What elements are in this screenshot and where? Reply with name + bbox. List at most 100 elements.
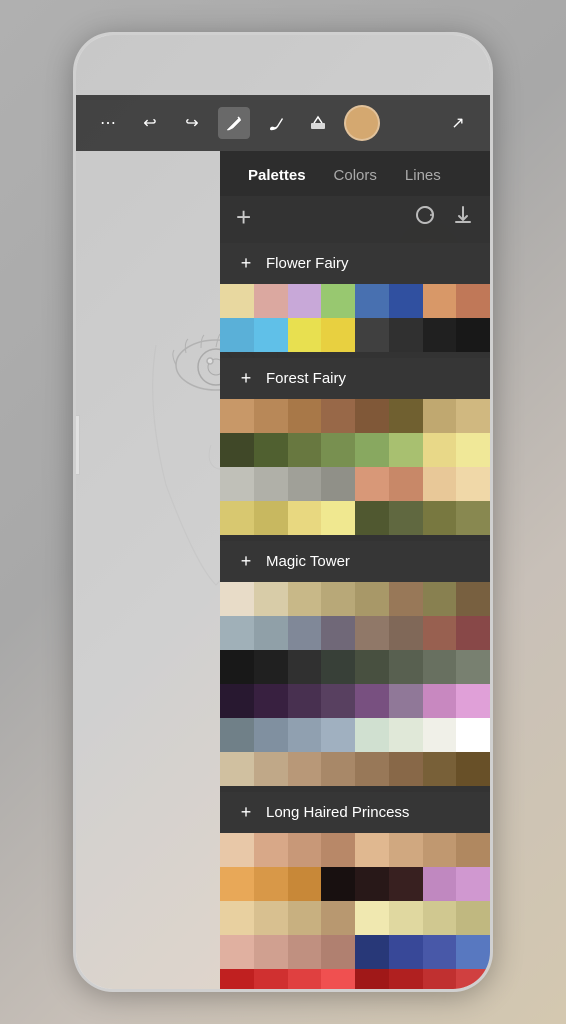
color-cell-0-15[interactable]	[456, 318, 490, 352]
color-cell-3-17[interactable]	[254, 901, 288, 935]
color-cell-1-31[interactable]	[456, 501, 490, 535]
color-cell-3-28[interactable]	[355, 935, 389, 969]
color-cell-3-24[interactable]	[220, 935, 254, 969]
color-cell-2-33[interactable]	[254, 718, 288, 752]
color-cell-0-7[interactable]	[456, 284, 490, 318]
color-cell-1-16[interactable]	[220, 467, 254, 501]
color-cell-3-2[interactable]	[288, 833, 322, 867]
color-cell-0-0[interactable]	[220, 284, 254, 318]
color-cell-2-16[interactable]	[220, 650, 254, 684]
color-cell-3-16[interactable]	[220, 901, 254, 935]
palette-add-2[interactable]: +	[236, 551, 256, 572]
color-cell-1-7[interactable]	[456, 399, 490, 433]
color-cell-1-24[interactable]	[220, 501, 254, 535]
color-cell-2-10[interactable]	[288, 616, 322, 650]
color-cell-2-6[interactable]	[423, 582, 457, 616]
color-cell-1-28[interactable]	[355, 501, 389, 535]
color-cell-3-15[interactable]	[456, 867, 490, 901]
color-cell-3-21[interactable]	[389, 901, 423, 935]
color-cell-0-5[interactable]	[389, 284, 423, 318]
color-cell-2-1[interactable]	[254, 582, 288, 616]
color-cell-2-3[interactable]	[321, 582, 355, 616]
color-cell-1-0[interactable]	[220, 399, 254, 433]
color-cell-2-27[interactable]	[321, 684, 355, 718]
color-cell-3-29[interactable]	[389, 935, 423, 969]
color-cell-1-1[interactable]	[254, 399, 288, 433]
palette-add-0[interactable]: +	[236, 253, 256, 274]
color-cell-2-7[interactable]	[456, 582, 490, 616]
color-cell-0-4[interactable]	[355, 284, 389, 318]
color-cell-1-14[interactable]	[423, 433, 457, 467]
color-cell-3-38[interactable]	[423, 969, 457, 989]
color-swatch[interactable]	[344, 105, 380, 141]
palette-header-0[interactable]: +Flower Fairy	[220, 243, 490, 284]
color-cell-3-34[interactable]	[288, 969, 322, 989]
color-cell-1-12[interactable]	[355, 433, 389, 467]
expand-icon[interactable]: ↗	[442, 107, 474, 139]
color-cell-0-11[interactable]	[321, 318, 355, 352]
color-cell-1-11[interactable]	[321, 433, 355, 467]
color-cell-2-15[interactable]	[456, 616, 490, 650]
color-cell-3-13[interactable]	[389, 867, 423, 901]
color-cell-2-46[interactable]	[423, 752, 457, 786]
color-cell-3-4[interactable]	[355, 833, 389, 867]
color-cell-3-8[interactable]	[220, 867, 254, 901]
brush-icon[interactable]	[260, 107, 292, 139]
color-cell-2-8[interactable]	[220, 616, 254, 650]
palette-add-1[interactable]: +	[236, 368, 256, 389]
color-cell-2-21[interactable]	[389, 650, 423, 684]
color-cell-3-32[interactable]	[220, 969, 254, 989]
color-cell-1-15[interactable]	[456, 433, 490, 467]
color-cell-3-27[interactable]	[321, 935, 355, 969]
color-cell-2-30[interactable]	[423, 684, 457, 718]
color-cell-2-40[interactable]	[220, 752, 254, 786]
color-cell-1-4[interactable]	[355, 399, 389, 433]
color-cell-3-9[interactable]	[254, 867, 288, 901]
pen-icon[interactable]	[218, 107, 250, 139]
color-cell-3-20[interactable]	[355, 901, 389, 935]
color-cell-2-19[interactable]	[321, 650, 355, 684]
palette-add-3[interactable]: +	[236, 802, 256, 823]
color-cell-1-23[interactable]	[456, 467, 490, 501]
color-cell-3-22[interactable]	[423, 901, 457, 935]
add-palette-icon[interactable]: +	[236, 202, 251, 233]
tab-palettes[interactable]: Palettes	[236, 163, 318, 188]
color-cell-2-13[interactable]	[389, 616, 423, 650]
color-cell-3-36[interactable]	[355, 969, 389, 989]
color-cell-1-25[interactable]	[254, 501, 288, 535]
color-cell-2-14[interactable]	[423, 616, 457, 650]
color-cell-1-3[interactable]	[321, 399, 355, 433]
color-cell-1-30[interactable]	[423, 501, 457, 535]
color-cell-3-19[interactable]	[321, 901, 355, 935]
color-cell-2-26[interactable]	[288, 684, 322, 718]
color-cell-2-32[interactable]	[220, 718, 254, 752]
color-cell-3-3[interactable]	[321, 833, 355, 867]
color-cell-3-12[interactable]	[355, 867, 389, 901]
color-cell-2-22[interactable]	[423, 650, 457, 684]
color-cell-3-39[interactable]	[456, 969, 490, 989]
tab-colors[interactable]: Colors	[322, 163, 389, 188]
color-cell-1-22[interactable]	[423, 467, 457, 501]
color-cell-3-23[interactable]	[456, 901, 490, 935]
color-cell-3-30[interactable]	[423, 935, 457, 969]
color-cell-1-17[interactable]	[254, 467, 288, 501]
color-cell-1-19[interactable]	[321, 467, 355, 501]
color-cell-2-28[interactable]	[355, 684, 389, 718]
tab-lines[interactable]: Lines	[393, 163, 453, 188]
undo-icon[interactable]: ↩	[134, 107, 166, 139]
color-cell-2-47[interactable]	[456, 752, 490, 786]
color-cell-3-7[interactable]	[456, 833, 490, 867]
color-cell-1-2[interactable]	[288, 399, 322, 433]
color-cell-2-34[interactable]	[288, 718, 322, 752]
color-cell-1-5[interactable]	[389, 399, 423, 433]
color-cell-2-17[interactable]	[254, 650, 288, 684]
color-cell-3-18[interactable]	[288, 901, 322, 935]
color-cell-2-42[interactable]	[288, 752, 322, 786]
side-button[interactable]	[73, 415, 80, 475]
color-cell-2-25[interactable]	[254, 684, 288, 718]
color-cell-2-4[interactable]	[355, 582, 389, 616]
color-cell-2-9[interactable]	[254, 616, 288, 650]
download-icon[interactable]	[452, 204, 474, 232]
color-cell-0-12[interactable]	[355, 318, 389, 352]
color-cell-2-23[interactable]	[456, 650, 490, 684]
